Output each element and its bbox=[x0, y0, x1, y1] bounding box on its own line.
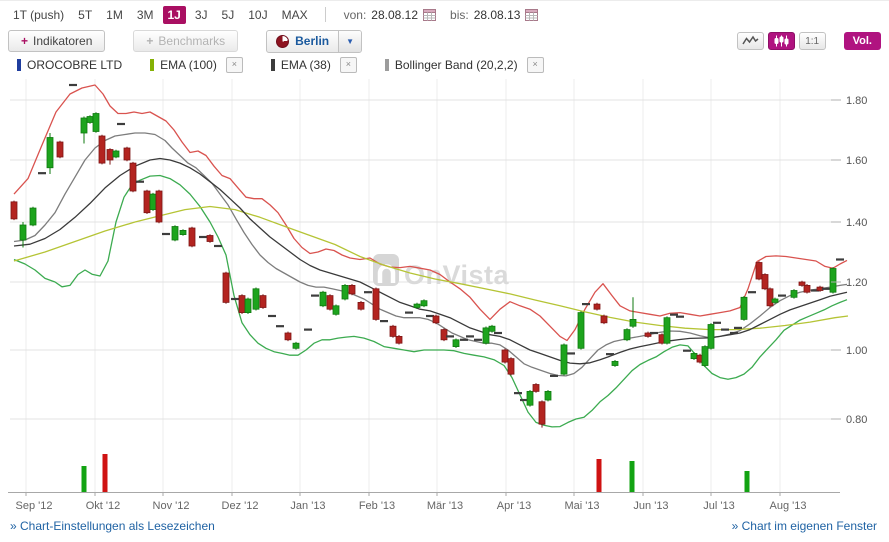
clock-icon bbox=[276, 35, 289, 48]
chart-own-window-link[interactable]: » Chart im eigenen Fenster bbox=[732, 519, 877, 533]
legend-marker-icon bbox=[17, 59, 21, 71]
svg-text:Feb '13: Feb '13 bbox=[359, 500, 395, 512]
svg-text:Jan '13: Jan '13 bbox=[290, 500, 325, 512]
chart-area: OnVistaSep '12Okt '12Nov '12Dez '12Jan '… bbox=[0, 71, 889, 522]
svg-text:Dez '12: Dez '12 bbox=[222, 500, 259, 512]
date-to-label: bis: bbox=[450, 8, 469, 22]
line-chart-type-button[interactable] bbox=[737, 32, 764, 50]
exchange-dropdown-button[interactable]: ▼ bbox=[338, 31, 361, 52]
range-button-1t-push-[interactable]: 1T (push) bbox=[8, 6, 69, 24]
svg-text:1.40: 1.40 bbox=[846, 217, 867, 229]
legend-marker-icon bbox=[385, 59, 389, 71]
svg-text:Nov '12: Nov '12 bbox=[153, 500, 190, 512]
range-button-max[interactable]: MAX bbox=[277, 6, 313, 24]
svg-text:Mär '13: Mär '13 bbox=[427, 500, 463, 512]
range-toolbar: 1T (push)5T1M3M1J3J5J10J MAX von: 28.08.1… bbox=[0, 1, 889, 28]
svg-text:Jul '13: Jul '13 bbox=[703, 500, 734, 512]
range-button-1m[interactable]: 1M bbox=[101, 6, 128, 24]
legend-item: OROCOBRE LTD bbox=[17, 58, 122, 72]
range-button-group: 1T (push)5T1M3M1J3J5J10J MAX bbox=[8, 6, 317, 24]
date-to-field[interactable]: 28.08.13 bbox=[474, 8, 521, 22]
svg-text:Okt '12: Okt '12 bbox=[86, 500, 121, 512]
indikatoren-label: Indikatoren bbox=[33, 34, 92, 48]
benchmarks-button[interactable]: + Benchmarks bbox=[133, 30, 238, 52]
tools-toolbar: + Indikatoren + Benchmarks Berlin ▼ bbox=[0, 28, 889, 54]
svg-text:Jun '13: Jun '13 bbox=[633, 500, 668, 512]
chart-type-controls: 1:1 Vol. bbox=[737, 32, 881, 50]
range-button-3m[interactable]: 3M bbox=[132, 6, 159, 24]
range-button-5t[interactable]: 5T bbox=[73, 6, 97, 24]
svg-text:Apr '13: Apr '13 bbox=[497, 500, 532, 512]
legend-marker-icon bbox=[271, 59, 275, 71]
price-chart: OnVistaSep '12Okt '12Nov '12Dez '12Jan '… bbox=[0, 71, 889, 519]
chevron-down-icon: ▼ bbox=[346, 37, 354, 46]
exchange-selector[interactable]: Berlin ▼ bbox=[266, 30, 362, 53]
range-button-5j[interactable]: 5J bbox=[217, 6, 240, 24]
calendar-icon[interactable] bbox=[525, 8, 538, 21]
svg-text:Mai '13: Mai '13 bbox=[564, 500, 599, 512]
benchmarks-label: Benchmarks bbox=[158, 34, 225, 48]
exchange-label: Berlin bbox=[295, 34, 329, 48]
toolbar-divider bbox=[325, 7, 326, 22]
footer: » Chart-Einstellungen als Lesezeichen » … bbox=[10, 519, 877, 533]
date-from-field[interactable]: 28.08.12 bbox=[371, 8, 418, 22]
range-button-1j[interactable]: 1J bbox=[163, 6, 186, 24]
range-button-10j[interactable]: 10J bbox=[243, 6, 272, 24]
candlestick-chart-icon bbox=[773, 35, 790, 47]
svg-text:0.80: 0.80 bbox=[846, 414, 867, 426]
range-button-3j[interactable]: 3J bbox=[190, 6, 213, 24]
legend-marker-icon bbox=[150, 59, 154, 71]
line-chart-icon bbox=[742, 35, 759, 47]
chart-widget: 1T (push)5T1M3M1J3J5J10J MAX von: 28.08.1… bbox=[0, 0, 889, 542]
svg-text:1.20: 1.20 bbox=[846, 277, 867, 289]
svg-text:1.60: 1.60 bbox=[846, 155, 867, 167]
indikatoren-button[interactable]: + Indikatoren bbox=[8, 30, 105, 52]
legend-label: OROCOBRE LTD bbox=[27, 58, 122, 72]
svg-text:1.00: 1.00 bbox=[846, 345, 867, 357]
date-from-label: von: bbox=[344, 8, 367, 22]
legend-label: EMA (38) bbox=[281, 58, 331, 72]
plus-icon: + bbox=[21, 34, 28, 48]
svg-text:Sep '12: Sep '12 bbox=[16, 500, 53, 512]
svg-text:Aug '13: Aug '13 bbox=[770, 500, 807, 512]
legend-label: EMA (100) bbox=[160, 58, 217, 72]
calendar-icon[interactable] bbox=[423, 8, 436, 21]
volume-toggle-button[interactable]: Vol. bbox=[844, 32, 881, 50]
legend-label: Bollinger Band (20,2,2) bbox=[395, 58, 518, 72]
svg-text:1.80: 1.80 bbox=[846, 95, 867, 107]
chart-settings-bookmark-link[interactable]: » Chart-Einstellungen als Lesezeichen bbox=[10, 519, 215, 533]
one-to-one-scale-button[interactable]: 1:1 bbox=[799, 32, 826, 50]
candlestick-chart-type-button[interactable] bbox=[768, 32, 795, 50]
plus-icon: + bbox=[146, 34, 153, 48]
